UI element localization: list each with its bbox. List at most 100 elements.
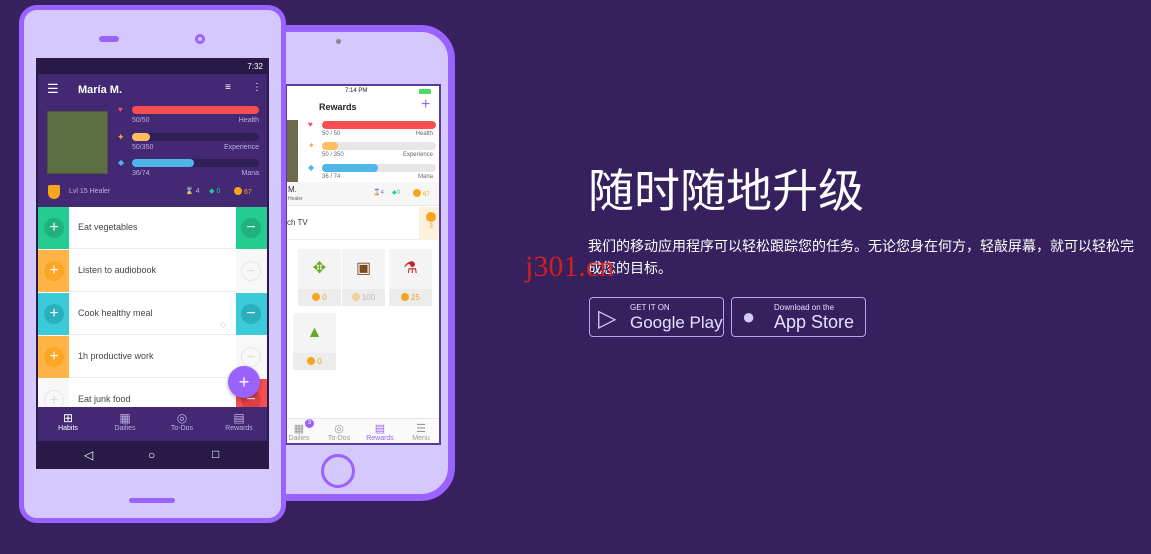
tab-label: Rewards [366,435,394,442]
exp-label: Experience [402,152,433,158]
mana-value: 36 / 74 [322,174,341,180]
reward-name: ch TV [287,218,308,227]
status-bar: 7:32 [38,60,267,74]
item-price: 0 [317,357,322,366]
plus-button[interactable]: + [44,218,64,238]
user-name: María M. [78,84,123,96]
menu-icon: ☰ [416,423,426,435]
stats-row: M. Healer ⌛4 ◆0 67 [287,182,439,206]
reward-row[interactable]: ch TV 3 [287,207,439,240]
menu-icon[interactable]: ☰ [47,81,59,97]
user-level: Lvl 15 Healer [69,188,111,195]
exp-track [322,142,436,150]
gold-count: 67 [244,189,252,196]
item-icon: ▣ [355,260,372,277]
tab-label: Habits [58,425,78,432]
habit-name: 1h productive work [78,351,154,361]
tab-todos[interactable]: ◎ To-Dos [157,411,207,432]
home-button[interactable] [321,454,355,488]
item-price: 25 [411,293,420,302]
plus-button[interactable]: + [44,261,64,281]
add-habit-fab[interactable]: + [228,366,260,398]
check-circle-icon: ◎ [176,411,188,425]
filter-icon[interactable]: ≡ [225,82,231,93]
app-store-button[interactable]: ● Download on the App Store [731,297,866,337]
star-icon: ✦ [117,132,125,142]
more-icon[interactable]: ⋮ [252,82,262,93]
gem-count: 0 [216,188,221,195]
minus-button[interactable]: − [241,218,261,238]
mana-bar [132,159,194,167]
system-nav: ◁ ○ □ [38,441,267,467]
tab-label: Dailies [114,425,136,432]
battery-icon [419,89,431,94]
exp-label: Experience [223,144,259,151]
speaker-icon [129,498,175,503]
habit-name: Listen to audiobook [78,265,157,275]
tab-label: To-Dos [170,425,194,432]
gold-icon [426,212,436,222]
add-reward-button[interactable]: + [421,96,430,114]
habit-row[interactable]: + Eat vegetables − [38,207,267,249]
avatar [47,111,108,174]
exp-value: 50 / 350 [322,152,344,158]
minus-button[interactable]: − [241,347,261,367]
status-time: 7:32 [247,62,263,71]
tab-dailies[interactable]: ▦ Dailies [100,411,150,432]
habit-name: Cook healthy meal [78,308,153,318]
tab-habits[interactable]: ⊞ Habits [43,411,93,432]
health-value: 50 / 50 [322,131,341,137]
gold-icon [413,189,421,197]
speaker-icon [99,36,119,42]
exp-value: 50/350 [132,144,154,151]
ios-screen: 7:14 PM Rewards + ♥ 50 / 50 Health ✦ 50 … [285,84,441,445]
habit-name: Eat vegetables [78,222,138,232]
minus-button[interactable]: − [241,261,261,281]
item-icon: ▲ [306,324,323,341]
mana-label: Mana [417,174,433,180]
status-time: 7:14 PM [345,88,368,94]
minus-button[interactable]: − [241,304,261,324]
reward-item[interactable]: ▣ 100 [342,249,385,306]
gem-icon: ◆ [209,188,215,195]
home-icon[interactable]: ○ [148,448,155,462]
reward-item[interactable]: ⚗ 25 [389,249,432,306]
health-value: 50/50 [132,117,150,124]
camera-icon [336,39,341,44]
drop-icon: ◆ [118,158,125,167]
plus-button[interactable]: + [44,304,64,324]
user-level: Healer [288,196,303,202]
health-label: Health [415,131,433,137]
reward-buy-button[interactable]: 3 [419,207,439,240]
item-icon: ✥ [312,260,327,277]
plus-button[interactable]: + [44,347,64,367]
tab-label: To-Dos [327,435,351,442]
gem-count: 0 [396,190,400,196]
hero-description: 我们的移动应用程序可以轻松跟踪您的任务。无论您身在何方，轻敲屏幕，就可以轻松完成… [588,239,1134,277]
play-icon: ▷ [598,305,617,332]
tag-icon: ◇ [220,320,227,329]
shield-icon [48,185,60,199]
exp-track [132,133,259,141]
habit-row[interactable]: + Listen to audiobook − [38,250,267,292]
google-play-button[interactable]: ▷ GET IT ON Google Play [589,297,724,337]
heart-icon: ♥ [118,105,123,114]
mana-bar [322,164,378,172]
habit-row[interactable]: + Cook healthy meal ◇ − [38,293,267,335]
hourglass-icon: ⌛ [185,188,194,195]
store-small-label: Download on the [774,303,835,312]
reward-item[interactable]: ▲ 0 [293,313,336,370]
tab-rewards[interactable]: ▤ Rewards [214,411,264,432]
page-title: Rewards [319,102,357,112]
reward-item[interactable]: ✥ 0 [298,249,341,306]
item-icon: ⚗ [403,260,418,277]
tab-label: Menu [412,435,430,442]
reward-cost: 3 [429,223,433,230]
tab-menu[interactable]: ☰ Menu [396,422,439,442]
dailies-badge: 3 [305,419,314,428]
store-small-label: GET IT ON [630,303,670,312]
recents-icon[interactable]: □ [212,447,219,461]
item-price: 0 [322,293,327,302]
back-icon[interactable]: ◁ [84,448,93,462]
watermark: j301.cn [525,250,615,283]
